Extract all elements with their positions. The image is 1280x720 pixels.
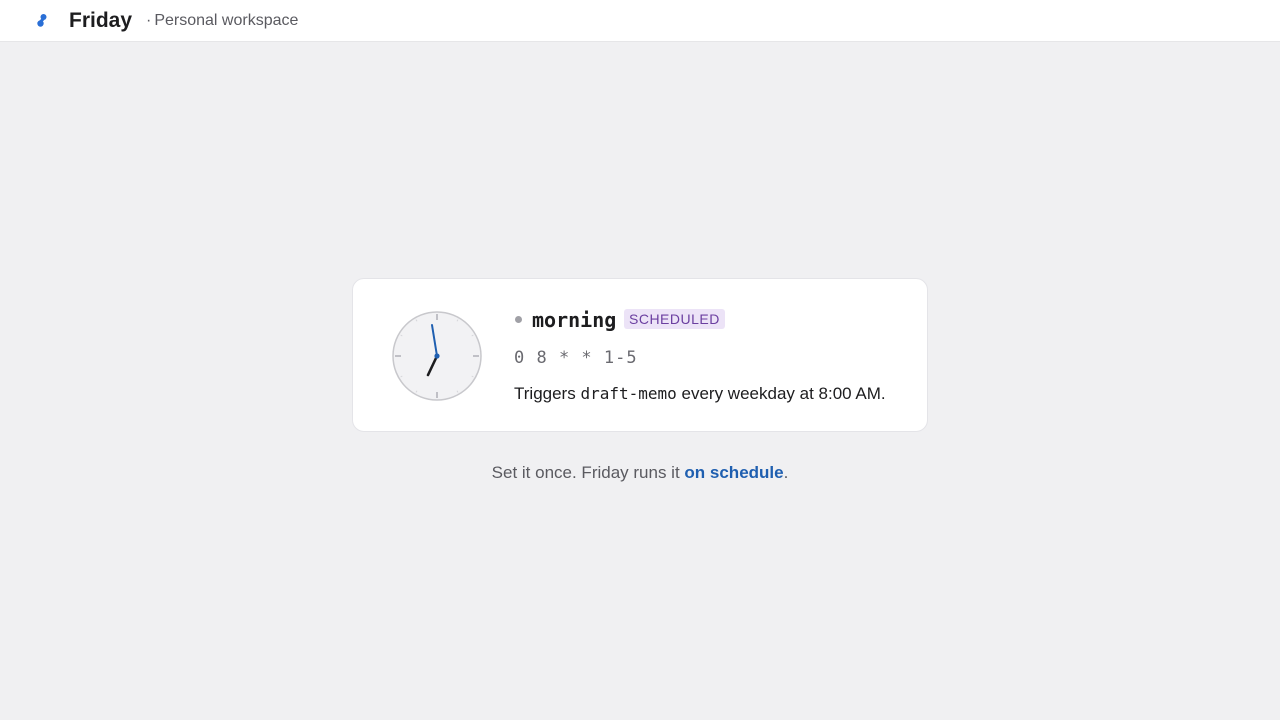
tagline-suffix: . xyxy=(783,463,789,482)
target-job-code: draft-memo xyxy=(580,384,677,403)
cron-expression: 0 8 * * 1-5 xyxy=(514,348,638,368)
schedule-card[interactable]: morning SCHEDULED 0 8 * * 1-5 Triggers d… xyxy=(352,278,928,432)
workspace-name: Personal workspace xyxy=(154,12,299,29)
on-schedule-link[interactable]: on schedule xyxy=(684,463,783,482)
job-description: Triggers draft-memo every weekday at 8:0… xyxy=(514,383,886,405)
workspace-label[interactable]: · Personal workspace xyxy=(146,11,298,31)
workspace-separator: · xyxy=(146,12,152,29)
tagline: Set it once. Friday runs it on schedule. xyxy=(0,462,1280,484)
clock-icon xyxy=(392,311,482,401)
status-dot-icon xyxy=(515,316,522,323)
description-suffix: every weekday at 8:00 AM. xyxy=(676,384,886,403)
job-name[interactable]: morning xyxy=(532,307,616,333)
description-prefix: Triggers xyxy=(514,384,581,403)
top-bar: Friday · Personal workspace xyxy=(0,0,1280,42)
tagline-prefix: Set it once. Friday runs it xyxy=(491,463,685,482)
status-badge: SCHEDULED xyxy=(624,309,725,329)
app-title[interactable]: Friday xyxy=(69,8,132,34)
friday-logo-icon[interactable] xyxy=(31,10,53,32)
